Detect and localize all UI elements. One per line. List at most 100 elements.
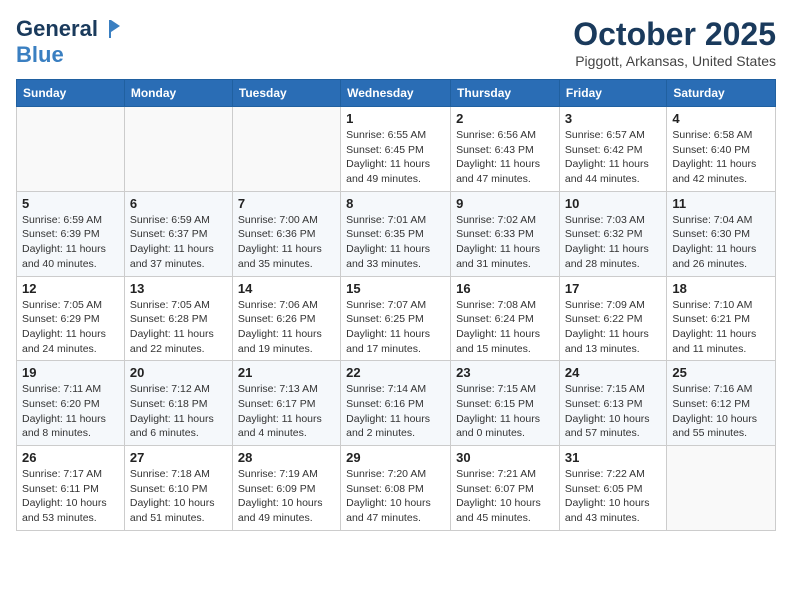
day-number: 1 — [346, 111, 445, 126]
calendar-cell — [232, 107, 340, 192]
day-info: Sunrise: 6:56 AM Sunset: 6:43 PM Dayligh… — [456, 128, 554, 187]
day-number: 20 — [130, 365, 227, 380]
day-number: 18 — [672, 281, 770, 296]
day-number: 21 — [238, 365, 335, 380]
calendar-cell: 10Sunrise: 7:03 AM Sunset: 6:32 PM Dayli… — [559, 191, 666, 276]
day-number: 2 — [456, 111, 554, 126]
weekday-header-row: SundayMondayTuesdayWednesdayThursdayFrid… — [17, 80, 776, 107]
calendar-cell: 22Sunrise: 7:14 AM Sunset: 6:16 PM Dayli… — [341, 361, 451, 446]
calendar-cell: 13 Sunrise: 7:05 AM Sunset: 6:28 PM Dayli… — [124, 276, 232, 361]
calendar-cell: 7 Sunrise: 7:00 AM Sunset: 6:36 PM Daylig… — [232, 191, 340, 276]
day-number: 8 — [346, 196, 445, 211]
weekday-header-thursday: Thursday — [451, 80, 560, 107]
calendar-cell: 1 Sunrise: 6:55 AM Sunset: 6:45 PM Daylig… — [341, 107, 451, 192]
calendar-body: 1 Sunrise: 6:55 AM Sunset: 6:45 PM Daylig… — [17, 107, 776, 531]
day-number: 16 — [456, 281, 554, 296]
day-info: Sunrise: 7:04 AM Sunset: 6:30 PM Dayligh… — [672, 213, 770, 272]
calendar-cell: 19Sunrise: 7:11 AM Sunset: 6:20 PM Dayli… — [17, 361, 125, 446]
day-number: 9 — [456, 196, 554, 211]
day-number: 13 — [130, 281, 227, 296]
day-info: Sunrise: 7:21 AM Sunset: 6:07 PM Dayligh… — [456, 467, 554, 526]
day-number: 22 — [346, 365, 445, 380]
day-info: Sunrise: 7:00 AM Sunset: 6:36 PM Dayligh… — [238, 213, 335, 272]
calendar-cell — [17, 107, 125, 192]
day-info: Sunrise: 7:18 AM Sunset: 6:10 PM Dayligh… — [130, 467, 227, 526]
day-info: Sunrise: 6:58 AM Sunset: 6:40 PM Dayligh… — [672, 128, 770, 187]
day-number: 6 — [130, 196, 227, 211]
day-info: Sunrise: 7:06 AM Sunset: 6:26 PM Dayligh… — [238, 298, 335, 357]
calendar-cell — [667, 446, 776, 531]
day-info: Sunrise: 7:08 AM Sunset: 6:24 PM Dayligh… — [456, 298, 554, 357]
title-area: October 2025 Piggott, Arkansas, United S… — [573, 16, 776, 69]
day-info: Sunrise: 7:03 AM Sunset: 6:32 PM Dayligh… — [565, 213, 661, 272]
calendar-cell: 24Sunrise: 7:15 AM Sunset: 6:13 PM Dayli… — [559, 361, 666, 446]
calendar-cell — [124, 107, 232, 192]
day-number: 4 — [672, 111, 770, 126]
day-info: Sunrise: 7:19 AM Sunset: 6:09 PM Dayligh… — [238, 467, 335, 526]
calendar-cell: 6 Sunrise: 6:59 AM Sunset: 6:37 PM Daylig… — [124, 191, 232, 276]
weekday-header-monday: Monday — [124, 80, 232, 107]
calendar-week-1: 1 Sunrise: 6:55 AM Sunset: 6:45 PM Daylig… — [17, 107, 776, 192]
calendar-cell: 5Sunrise: 6:59 AM Sunset: 6:39 PM Daylig… — [17, 191, 125, 276]
day-info: Sunrise: 7:09 AM Sunset: 6:22 PM Dayligh… — [565, 298, 661, 357]
day-number: 7 — [238, 196, 335, 211]
calendar-table: SundayMondayTuesdayWednesdayThursdayFrid… — [16, 79, 776, 531]
weekday-header-wednesday: Wednesday — [341, 80, 451, 107]
day-info: Sunrise: 7:01 AM Sunset: 6:35 PM Dayligh… — [346, 213, 445, 272]
calendar-cell: 2 Sunrise: 6:56 AM Sunset: 6:43 PM Daylig… — [451, 107, 560, 192]
day-info: Sunrise: 7:05 AM Sunset: 6:29 PM Dayligh… — [22, 298, 119, 357]
calendar-cell: 31 Sunrise: 7:22 AM Sunset: 6:05 PM Dayli… — [559, 446, 666, 531]
day-number: 15 — [346, 281, 445, 296]
day-info: Sunrise: 7:13 AM Sunset: 6:17 PM Dayligh… — [238, 382, 335, 441]
day-info: Sunrise: 7:11 AM Sunset: 6:20 PM Dayligh… — [22, 382, 119, 441]
calendar-cell: 9 Sunrise: 7:02 AM Sunset: 6:33 PM Daylig… — [451, 191, 560, 276]
day-info: Sunrise: 7:07 AM Sunset: 6:25 PM Dayligh… — [346, 298, 445, 357]
weekday-header-friday: Friday — [559, 80, 666, 107]
day-number: 24 — [565, 365, 661, 380]
calendar-week-2: 5Sunrise: 6:59 AM Sunset: 6:39 PM Daylig… — [17, 191, 776, 276]
day-info: Sunrise: 6:57 AM Sunset: 6:42 PM Dayligh… — [565, 128, 661, 187]
day-number: 31 — [565, 450, 661, 465]
calendar-week-5: 26Sunrise: 7:17 AM Sunset: 6:11 PM Dayli… — [17, 446, 776, 531]
calendar-cell: 16 Sunrise: 7:08 AM Sunset: 6:24 PM Dayli… — [451, 276, 560, 361]
header: General Blue October 2025 Piggott, Arkan… — [16, 16, 776, 69]
day-info: Sunrise: 7:02 AM Sunset: 6:33 PM Dayligh… — [456, 213, 554, 272]
weekday-header-tuesday: Tuesday — [232, 80, 340, 107]
calendar-cell: 21 Sunrise: 7:13 AM Sunset: 6:17 PM Dayli… — [232, 361, 340, 446]
day-number: 3 — [565, 111, 661, 126]
month-title: October 2025 — [573, 16, 776, 53]
day-number: 11 — [672, 196, 770, 211]
calendar-cell: 25Sunrise: 7:16 AM Sunset: 6:12 PM Dayli… — [667, 361, 776, 446]
calendar-cell: 23 Sunrise: 7:15 AM Sunset: 6:15 PM Dayli… — [451, 361, 560, 446]
day-info: Sunrise: 6:59 AM Sunset: 6:37 PM Dayligh… — [130, 213, 227, 272]
calendar-cell: 17 Sunrise: 7:09 AM Sunset: 6:22 PM Dayli… — [559, 276, 666, 361]
day-number: 14 — [238, 281, 335, 296]
weekday-header-saturday: Saturday — [667, 80, 776, 107]
calendar-cell: 15 Sunrise: 7:07 AM Sunset: 6:25 PM Dayli… — [341, 276, 451, 361]
weekday-header-sunday: Sunday — [17, 80, 125, 107]
day-number: 27 — [130, 450, 227, 465]
day-number: 29 — [346, 450, 445, 465]
location-title: Piggott, Arkansas, United States — [573, 53, 776, 69]
day-number: 12 — [22, 281, 119, 296]
day-number: 23 — [456, 365, 554, 380]
day-number: 25 — [672, 365, 770, 380]
calendar-cell: 12 Sunrise: 7:05 AM Sunset: 6:29 PM Dayli… — [17, 276, 125, 361]
day-info: Sunrise: 7:05 AM Sunset: 6:28 PM Dayligh… — [130, 298, 227, 357]
day-info: Sunrise: 7:20 AM Sunset: 6:08 PM Dayligh… — [346, 467, 445, 526]
day-number: 17 — [565, 281, 661, 296]
calendar-cell: 30Sunrise: 7:21 AM Sunset: 6:07 PM Dayli… — [451, 446, 560, 531]
logo-flag-icon — [100, 18, 122, 40]
calendar-cell: 26Sunrise: 7:17 AM Sunset: 6:11 PM Dayli… — [17, 446, 125, 531]
calendar-cell: 18Sunrise: 7:10 AM Sunset: 6:21 PM Dayli… — [667, 276, 776, 361]
calendar-cell: 14 Sunrise: 7:06 AM Sunset: 6:26 PM Dayli… — [232, 276, 340, 361]
logo: General Blue — [16, 16, 122, 68]
day-info: Sunrise: 6:55 AM Sunset: 6:45 PM Dayligh… — [346, 128, 445, 187]
calendar-cell: 11 Sunrise: 7:04 AM Sunset: 6:30 PM Dayli… — [667, 191, 776, 276]
calendar-cell: 4 Sunrise: 6:58 AM Sunset: 6:40 PM Daylig… — [667, 107, 776, 192]
day-info: Sunrise: 7:15 AM Sunset: 6:15 PM Dayligh… — [456, 382, 554, 441]
day-number: 28 — [238, 450, 335, 465]
day-info: Sunrise: 7:17 AM Sunset: 6:11 PM Dayligh… — [22, 467, 119, 526]
day-info: Sunrise: 7:22 AM Sunset: 6:05 PM Dayligh… — [565, 467, 661, 526]
day-info: Sunrise: 7:12 AM Sunset: 6:18 PM Dayligh… — [130, 382, 227, 441]
